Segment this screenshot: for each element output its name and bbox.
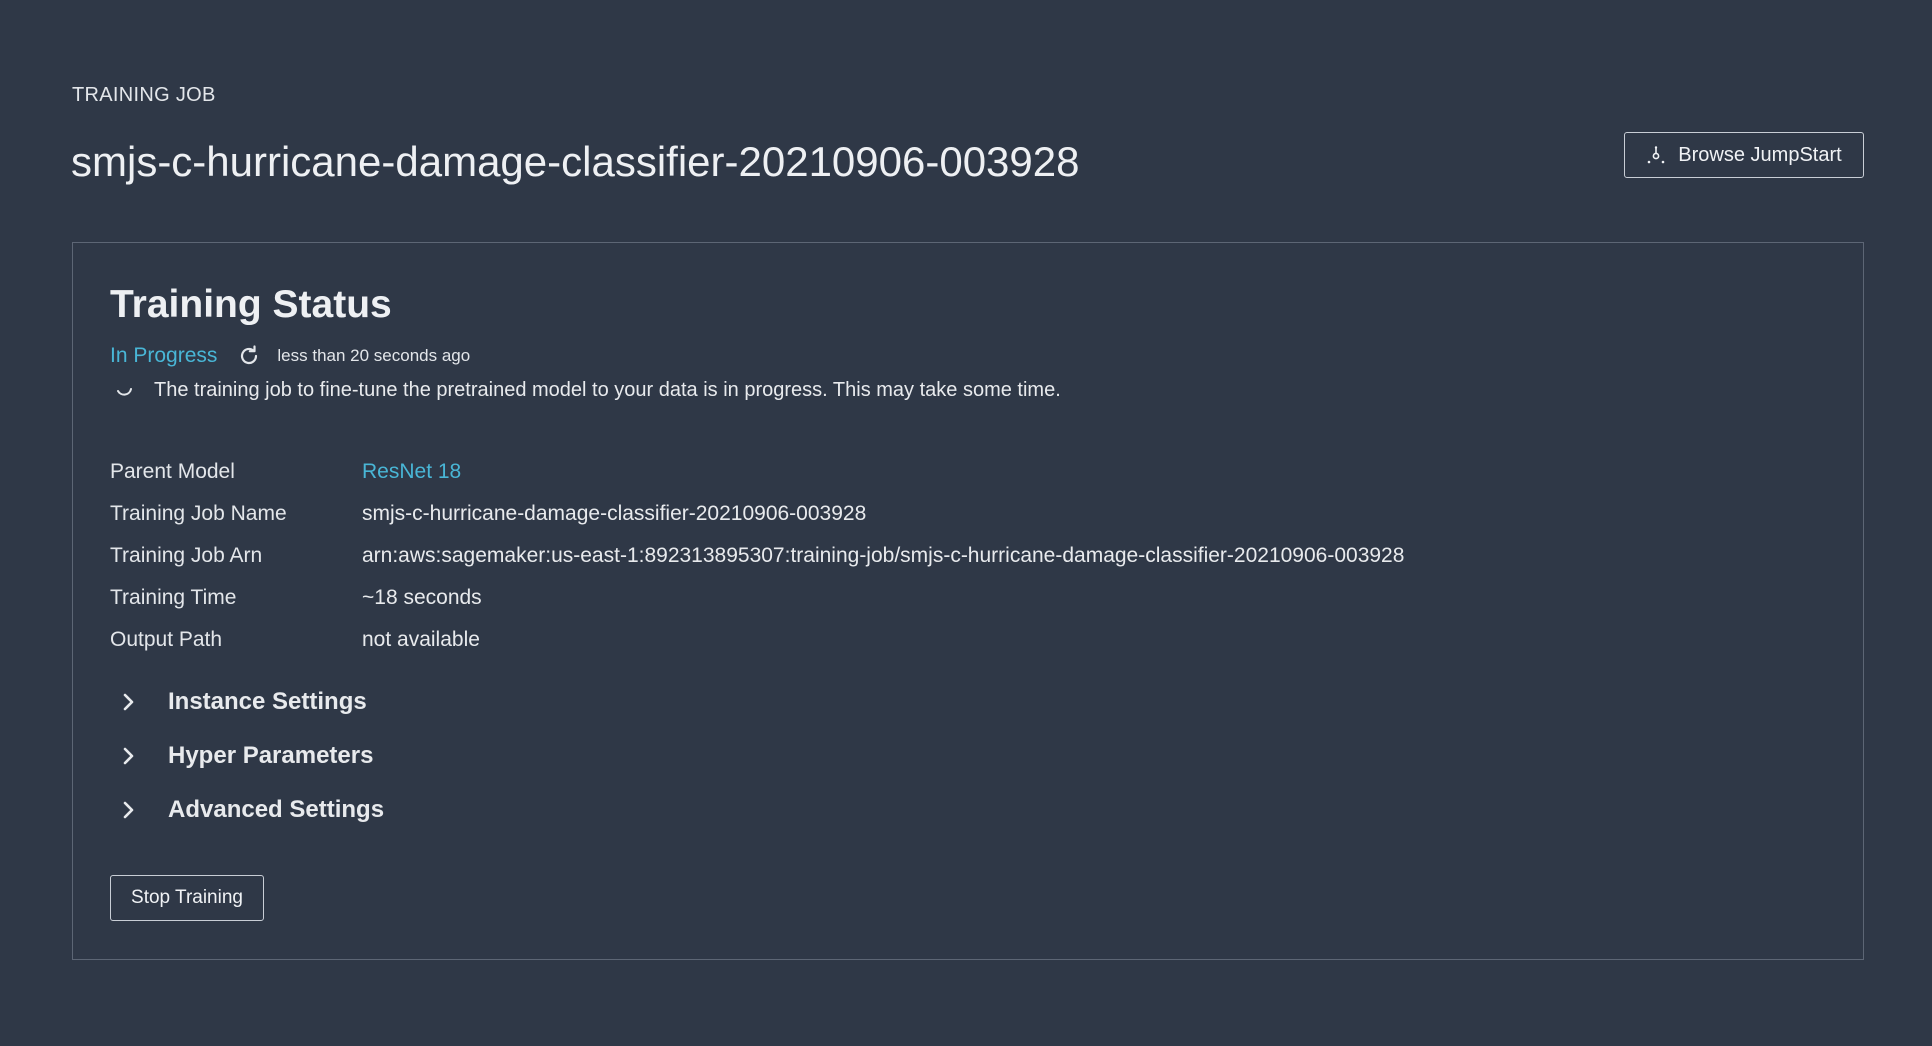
status-row: In Progress less than 20 seconds ago (110, 341, 470, 371)
stop-training-button[interactable]: Stop Training (110, 875, 264, 921)
hyper-parameters-expander[interactable]: Hyper Parameters (110, 729, 384, 783)
detail-value: ~18 seconds (362, 586, 482, 609)
spinner-icon (110, 376, 138, 404)
detail-row-training-time: Training Time ~18 seconds (110, 577, 1404, 619)
parent-model-link[interactable]: ResNet 18 (362, 460, 461, 484)
detail-label: Training Time (110, 586, 237, 609)
progress-row: The training job to fine-tune the pretra… (110, 375, 1061, 405)
panel-title: Training Status (110, 283, 392, 326)
chevron-right-icon (110, 795, 150, 825)
status-badge: In Progress (110, 344, 218, 367)
detail-row-parent-model: Parent Model ResNet 18 (110, 451, 1404, 493)
expander-label: Advanced Settings (168, 796, 385, 823)
progress-message: The training job to fine-tune the pretra… (154, 378, 1061, 401)
detail-label: Training Job Arn (110, 544, 263, 567)
detail-value: smjs-c-hurricane-damage-classifier-20210… (362, 502, 867, 525)
detail-value: not available (362, 628, 480, 651)
advanced-settings-expander[interactable]: Advanced Settings (110, 783, 384, 837)
detail-row-output-path: Output Path not available (110, 619, 1404, 661)
expander-label: Hyper Parameters (168, 742, 374, 769)
browse-jumpstart-button[interactable]: Browse JumpStart (1624, 132, 1864, 178)
detail-label: Training Job Name (110, 502, 287, 525)
jumpstart-icon (1646, 145, 1666, 165)
browse-jumpstart-label: Browse JumpStart (1678, 143, 1842, 166)
refresh-icon[interactable] (237, 344, 261, 368)
details-list: Parent Model ResNet 18 Training Job Name… (110, 451, 1404, 661)
page-title: smjs-c-hurricane-damage-classifier-20210… (71, 138, 1080, 185)
expander-label: Instance Settings (168, 688, 367, 715)
detail-label: Parent Model (110, 460, 235, 483)
chevron-right-icon (110, 687, 150, 717)
training-job-page: TRAINING JOB smjs-c-hurricane-damage-cla… (0, 0, 1932, 1046)
detail-row-job-arn: Training Job Arn arn:aws:sagemaker:us-ea… (110, 535, 1404, 577)
chevron-right-icon (110, 741, 150, 771)
detail-value: arn:aws:sagemaker:us-east-1:892313895307… (362, 544, 1405, 567)
detail-row-job-name: Training Job Name smjs-c-hurricane-damag… (110, 493, 1404, 535)
expandable-sections: Instance Settings Hyper Parameters Advan… (110, 675, 384, 837)
training-status-panel: Training Status In Progress less than 20… (72, 242, 1864, 960)
instance-settings-expander[interactable]: Instance Settings (110, 675, 384, 729)
detail-label: Output Path (110, 628, 223, 651)
page-eyebrow: TRAINING JOB (72, 84, 216, 106)
last-updated-text: less than 20 seconds ago (277, 346, 471, 365)
